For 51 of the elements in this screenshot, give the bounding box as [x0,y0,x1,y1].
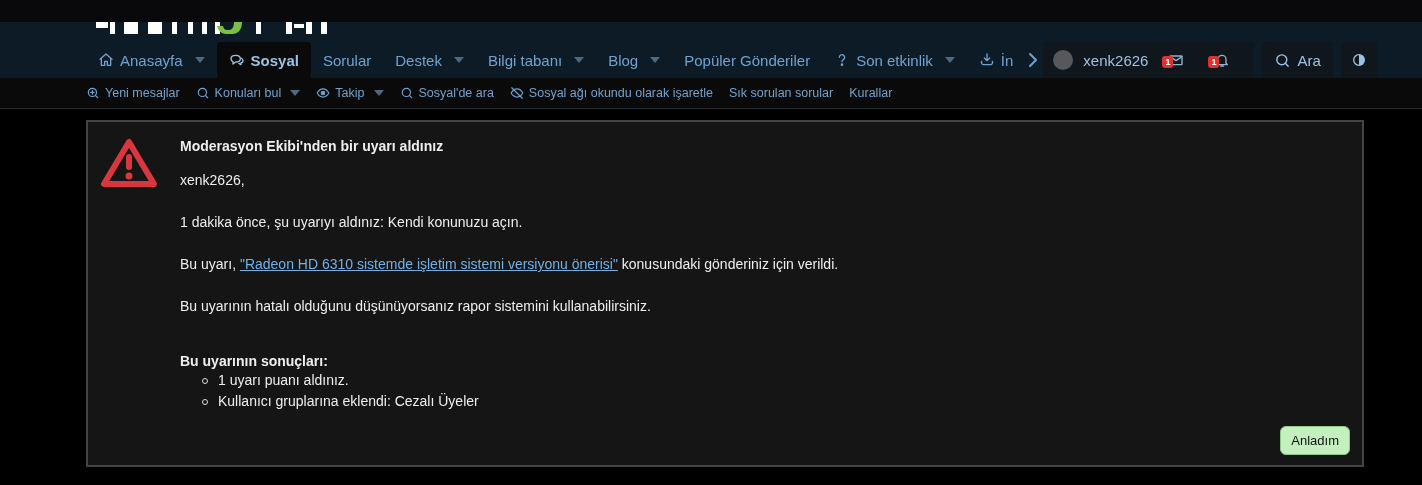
subnav-link[interactable]: Sosyal'de ara [399,86,494,100]
eye-icon [316,86,331,100]
contrast-icon [1350,52,1367,68]
warning-icon [100,138,158,188]
avatar[interactable] [1053,50,1074,70]
caret-icon[interactable] [373,90,384,96]
nav-tab[interactable]: Popüler Gönderiler [672,42,823,78]
eye-slash-icon [509,86,524,100]
theme-toggle[interactable] [1340,42,1377,78]
warning-title: Moderasyon Ekibi'nden bir uyarı aldınız [180,138,445,155]
search-icon [399,86,414,100]
reason-text: Bu uyarı, "Radeon HD 6310 sistemde işletim sistemi versiyonu önerisi" konusundaki gönderiniz için verildi. [180,256,840,273]
nav-tab[interactable]: Sosyal [216,42,311,78]
caret-icon[interactable] [944,57,955,63]
chat-bubbles-icon [228,52,245,68]
download-tray-icon [978,52,995,68]
nav-tab[interactable]: Destek [383,42,476,78]
thread-link[interactable]: "Radeon HD 6310 sistemde işletim sistemi versiyonu önerisi" [239,256,618,272]
unread-badge: 1 [1162,56,1174,68]
report-text: Bu uyarının hatalı olduğunu düşünüyorsanız rapor sistemini kullanabilirsiniz. [180,298,652,315]
subnav-link[interactable]: Takip [316,86,384,100]
greeting-text: xenk2626, [180,172,246,189]
zoom-plus-icon [86,86,100,100]
nav-tab[interactable]: Anasayfa [86,42,217,78]
subnav-link[interactable]: Yeni mesajlar [86,86,180,100]
consequence-text: Kullanıcı gruplarına eklendi: Cezalı Üyeler [218,393,479,409]
search-button[interactable]: Ara [1262,42,1333,78]
username-link[interactable]: xenk2626 [1083,51,1149,69]
home-icon [98,52,114,68]
nav-tab[interactable]: Sorular [310,42,384,78]
nav-tab[interactable]: Bilgi tabanı [475,42,597,78]
alert-badge: 1 [1208,56,1220,68]
nav-tab[interactable]: Son etkinlik [822,42,967,78]
caret-icon[interactable] [194,57,205,63]
subnav-link[interactable]: Konuları bul [195,86,301,100]
subnav-link[interactable]: Kurallar [849,86,893,100]
caret-icon[interactable] [650,57,661,63]
search-icon [195,86,210,100]
chevron-right-icon[interactable] [1027,52,1040,68]
subnav-link[interactable]: Sık sorulan sorular [729,86,834,100]
caret-icon[interactable] [290,90,301,96]
caret-icon[interactable] [574,57,585,63]
consequence-text: 1 uyarı puanı aldınız. [218,372,349,388]
warning-text: 1 dakika önce, şu uyarıyı aldınız: Kendi konunuzu açın. [180,214,524,231]
acknowledge-button[interactable]: Anladım [1280,426,1350,455]
subnav-link[interactable]: Sosyal ağı okundu olarak işaretle [509,86,713,100]
nav-tab[interactable]: Blog [596,42,673,78]
caret-icon[interactable] [453,57,464,63]
consequences-title: Bu uyarının sonuçları: [180,353,329,370]
search-icon [1274,51,1292,69]
nav-tab[interactable]: İn [966,42,1026,78]
